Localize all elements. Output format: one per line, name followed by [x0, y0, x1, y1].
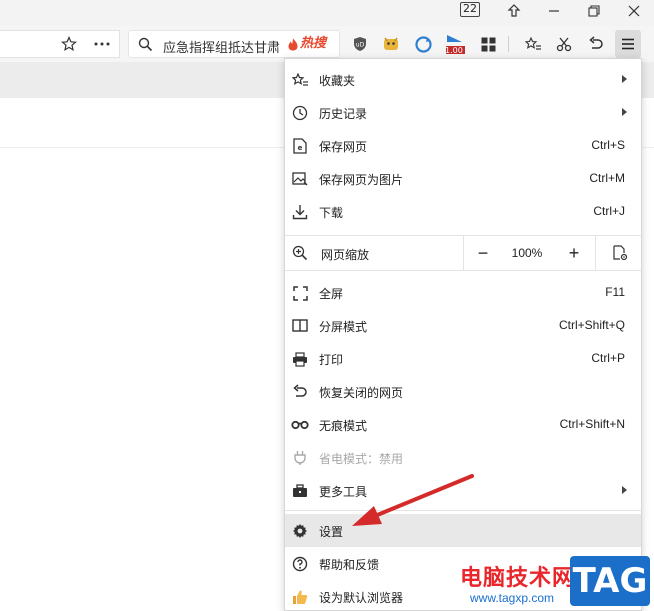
submenu-arrow-icon: [622, 75, 627, 83]
menu-item-restore-closed[interactable]: 恢复关闭的网页: [285, 375, 641, 408]
save-page-icon: e: [291, 137, 309, 155]
zoom-value: 100%: [511, 246, 543, 260]
plug-icon: [291, 449, 309, 467]
menu-item-save-as-image[interactable]: 保存网页为图片 Ctrl+M: [285, 162, 641, 195]
menu-item-fullscreen[interactable]: 全屏 F11: [285, 276, 641, 309]
submenu-arrow-icon: [622, 108, 627, 116]
incognito-mask-icon: [291, 416, 309, 434]
svg-text:e: e: [298, 144, 303, 152]
annotation-arrow: [352, 474, 474, 526]
menu-shortcut: Ctrl+S: [591, 138, 625, 152]
toolbar: 应急指挥组抵达甘肃 热搜 uD 1.00: [0, 26, 654, 62]
menu-label: 历史记录: [319, 107, 368, 121]
menu-shortcut: Ctrl+J: [593, 204, 625, 218]
split-screen-icon: [291, 317, 309, 335]
zoom-row: 网页缩放 − 100% +: [285, 236, 641, 270]
refresh-extension-icon[interactable]: [410, 26, 436, 62]
main-menu-button[interactable]: [615, 30, 641, 58]
watermark-logo: TAG: [570, 556, 650, 606]
toolbar-divider: [508, 36, 509, 52]
menu-shortcut: F11: [605, 285, 625, 299]
minimize-icon[interactable]: [545, 0, 563, 22]
menu-label: 保存网页为图片: [319, 173, 404, 187]
menu-shortcut: Ctrl+M: [589, 171, 625, 185]
download-icon: [291, 203, 309, 221]
tab-count-badge[interactable]: 22: [460, 2, 480, 17]
gear-icon: [291, 522, 309, 540]
page-settings-icon: [613, 245, 628, 261]
menu-item-history[interactable]: 历史记录: [285, 96, 641, 129]
menu-label: 打印: [319, 353, 344, 367]
menu-label: 下载: [319, 206, 344, 220]
menu-item-save-page[interactable]: e 保存网页 Ctrl+S: [285, 129, 641, 162]
menu-label: 恢复关闭的网页: [319, 386, 404, 400]
printer-icon: [291, 350, 309, 368]
favorites-list-icon[interactable]: [520, 26, 546, 62]
menu-label: 分屏模式: [319, 320, 368, 334]
zoom-out-button[interactable]: −: [469, 236, 497, 270]
restore-icon[interactable]: [585, 0, 603, 22]
help-circle-icon: [291, 555, 309, 573]
star-icon[interactable]: [56, 26, 82, 62]
fullscreen-icon: [291, 284, 309, 302]
watermark-site-name: 电脑技术网: [460, 566, 576, 591]
menu-label: 省电模式：禁用: [319, 452, 404, 466]
menu-label: 保存网页: [319, 140, 368, 154]
image-icon: [291, 170, 309, 188]
title-bar: 22: [0, 0, 654, 26]
star-list-icon: [291, 71, 309, 89]
menu-label: 无痕模式: [319, 419, 368, 433]
flag-extension-icon[interactable]: 1.00: [442, 26, 468, 62]
zoom-in-button[interactable]: +: [560, 236, 588, 270]
hot-search-label[interactable]: 热搜: [300, 32, 326, 51]
thumbs-up-icon: [291, 588, 309, 606]
menu-label: 设为默认浏览器: [319, 591, 404, 605]
menu-item-incognito[interactable]: 无痕模式 Ctrl+Shift+N: [285, 408, 641, 441]
menu-item-print[interactable]: 打印 Ctrl+P: [285, 342, 641, 375]
shield-extension-icon[interactable]: uD: [347, 26, 373, 62]
menu-shortcut: Ctrl+Shift+Q: [558, 318, 625, 332]
menu-label: 全屏: [319, 287, 344, 301]
undo-icon[interactable]: [583, 26, 609, 62]
zoom-label: 网页缩放: [321, 248, 370, 262]
menu-shortcut: Ctrl+P: [591, 351, 625, 365]
apps-grid-icon[interactable]: [475, 26, 501, 62]
submenu-arrow-icon: [622, 486, 627, 494]
close-icon[interactable]: [625, 0, 643, 22]
menu-label: 帮助和反馈: [319, 558, 380, 572]
clock-icon: [291, 104, 309, 122]
menu-item-split-screen[interactable]: 分屏模式 Ctrl+Shift+Q: [285, 309, 641, 342]
extension-badge: 1.00: [445, 46, 463, 55]
toolbox-icon: [291, 482, 309, 500]
menu-label: 收藏夹: [319, 74, 356, 88]
menu-item-favorites[interactable]: 收藏夹: [285, 63, 641, 96]
search-suggestion: 应急指挥组抵达甘肃: [163, 40, 281, 55]
zoom-settings-button[interactable]: [607, 236, 633, 270]
more-icon[interactable]: [89, 26, 115, 62]
flame-icon: [288, 38, 298, 51]
menu-separator: [285, 270, 641, 271]
pin-icon[interactable]: [503, 0, 525, 22]
search-icon: [138, 37, 153, 52]
menu-item-download[interactable]: 下载 Ctrl+J: [285, 195, 641, 228]
watermark-url: www.tagxp.com: [470, 591, 555, 605]
scissors-icon[interactable]: [551, 26, 577, 62]
zoom-divider: [595, 236, 596, 270]
menu-shortcut: Ctrl+Shift+N: [559, 417, 625, 431]
svg-text:uD: uD: [356, 42, 365, 49]
restore-tab-icon: [291, 383, 309, 401]
zoom-icon: [291, 244, 309, 262]
zoom-divider: [463, 236, 464, 270]
tiger-extension-icon[interactable]: [378, 26, 404, 62]
hamburger-icon: [622, 38, 634, 50]
